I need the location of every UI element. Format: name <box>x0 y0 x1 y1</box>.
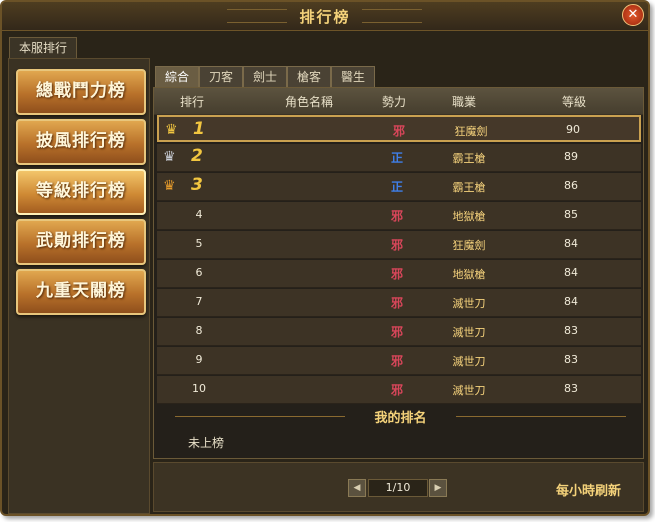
rank-number: 3 <box>191 175 203 195</box>
class-cell: 霸王槍 <box>452 152 486 165</box>
tab-sword[interactable]: 劍士 <box>243 66 287 88</box>
rank-number: 7 <box>195 295 203 308</box>
rank-number: 6 <box>195 266 203 279</box>
rank-number: 4 <box>195 208 203 221</box>
level-cell: 83 <box>564 382 578 395</box>
class-cell: 滅世刀 <box>452 384 486 397</box>
page-indicator: 1/10 <box>368 479 428 497</box>
class-cell: 滅世刀 <box>452 297 486 310</box>
refresh-note: 每小時刷新 <box>555 484 621 499</box>
evil-faction-icon: 邪 <box>390 354 403 368</box>
evil-faction-icon: 邪 <box>390 209 403 223</box>
main-panel: 綜合 刀客 劍士 槍客 醫生 排行 角色名稱 勢力 職業 等級 ♛ 1 邪狂魔劍 90… <box>152 58 646 512</box>
rank-number: 5 <box>195 237 203 250</box>
prev-page-button[interactable]: ◀ <box>348 479 366 497</box>
triangle-left-icon: ◀ <box>353 483 361 493</box>
gold-crown-icon: ♛ <box>165 122 178 138</box>
rank-number: 2 <box>191 146 203 166</box>
tab-doctor[interactable]: 醫生 <box>331 66 375 88</box>
silver-crown-icon: ♛ <box>163 149 176 165</box>
rank-number: 9 <box>195 353 203 366</box>
close-button[interactable]: ✕ <box>622 4 644 26</box>
class-cell: 地獄槍 <box>452 210 486 223</box>
evil-faction-icon: 邪 <box>390 325 403 339</box>
sidebar-item-cloak[interactable]: 披風排行榜 <box>16 119 146 165</box>
table-row[interactable]: 5 邪 狂魔劍 84 <box>157 231 641 259</box>
table-row[interactable]: 9 邪 滅世刀 83 <box>157 347 641 375</box>
table-row[interactable]: 7 邪 滅世刀 84 <box>157 289 641 317</box>
ranking-table: 排行 角色名稱 勢力 職業 等級 ♛ 1 邪狂魔劍 90 ♛ 2 正霸王槍 89 ♛ 3 正霸王槍 8… <box>153 87 644 459</box>
table-row[interactable]: 10 邪 滅世刀 83 <box>157 376 641 404</box>
class-cell: 滅世刀 <box>452 326 486 339</box>
evil-faction-icon: 邪 <box>390 267 403 281</box>
level-cell: 89 <box>564 150 578 163</box>
level-cell: 85 <box>564 208 578 221</box>
bottom-bar: ◀ 1/10 ▶ 每小時刷新 <box>153 462 644 512</box>
ranking-category-sidebar: 總戰鬥力榜 披風排行榜 等級排行榜 武勛排行榜 九重天關榜 <box>8 58 150 514</box>
good-faction-icon: 正 <box>390 180 403 194</box>
sidebar-item-combat-power[interactable]: 總戰鬥力榜 <box>16 69 146 115</box>
rank-number: 1 <box>193 119 205 139</box>
header-rank: 排行 <box>179 95 204 109</box>
divider-line-right <box>456 416 626 417</box>
header-faction: 勢力 <box>381 95 406 109</box>
level-cell: 84 <box>564 266 578 279</box>
window-title: 排行榜 <box>299 8 351 26</box>
my-rank-value: 未上榜 <box>188 436 225 450</box>
sidebar-item-nine-heavens[interactable]: 九重天關榜 <box>16 269 146 315</box>
evil-faction-icon: 邪 <box>390 238 403 252</box>
header-class: 職業 <box>451 95 476 109</box>
level-cell: 84 <box>564 295 578 308</box>
class-cell: 地獄槍 <box>452 268 486 281</box>
class-cell: 霸王槍 <box>452 181 486 194</box>
rank-number: 10 <box>192 382 206 395</box>
next-page-button[interactable]: ▶ <box>429 479 447 497</box>
table-row[interactable]: 6 邪 地獄槍 84 <box>157 260 641 288</box>
class-cell: 滅世刀 <box>452 355 486 368</box>
table-row[interactable]: 4 邪 地獄槍 85 <box>157 202 641 230</box>
table-row[interactable]: 8 邪 滅世刀 83 <box>157 318 641 346</box>
sidebar-item-honor[interactable]: 武勛排行榜 <box>16 219 146 265</box>
tab-spear[interactable]: 槍客 <box>287 66 331 88</box>
tab-server-ranking[interactable]: 本服排行 <box>9 37 77 58</box>
tab-all[interactable]: 綜合 <box>155 66 199 88</box>
table-header: 排行 角色名稱 勢力 職業 等級 <box>154 88 643 115</box>
evil-faction-icon: 邪 <box>390 383 403 397</box>
level-cell: 90 <box>566 123 580 136</box>
evil-faction-icon: 邪 <box>390 296 403 310</box>
class-cell: 狂魔劍 <box>452 239 486 252</box>
evil-faction-icon: 邪 <box>392 124 405 138</box>
table-row[interactable]: ♛ 3 正 霸王槍 86 <box>157 173 641 201</box>
good-faction-icon: 正 <box>390 151 403 165</box>
level-cell: 83 <box>564 353 578 366</box>
level-cell: 83 <box>564 324 578 337</box>
level-cell: 86 <box>564 179 578 192</box>
bronze-crown-icon: ♛ <box>163 178 176 194</box>
title-decoration-right <box>362 9 422 23</box>
header-character-name: 角色名稱 <box>284 95 333 109</box>
title-bar[interactable]: 排行榜 ✕ <box>2 2 648 31</box>
table-row[interactable]: ♛ 2 正 霸王槍 89 <box>157 144 641 172</box>
class-cell: 狂魔劍 <box>454 125 488 138</box>
ranking-window: 排行榜 ✕ 本服排行 總戰鬥力榜 披風排行榜 等級排行榜 武勛排行榜 九重天關榜… <box>0 0 650 516</box>
table-row[interactable]: ♛ 1 邪 狂魔劍 90 <box>157 115 641 142</box>
sidebar-item-level[interactable]: 等級排行榜 <box>16 169 146 215</box>
my-rank-divider: 我的排名 <box>155 405 646 427</box>
header-level: 等級 <box>561 95 586 109</box>
level-cell: 84 <box>564 237 578 250</box>
close-icon: ✕ <box>627 7 639 22</box>
rank-number: 8 <box>195 324 203 337</box>
triangle-right-icon: ▶ <box>434 483 442 493</box>
tab-blade[interactable]: 刀客 <box>199 66 243 88</box>
